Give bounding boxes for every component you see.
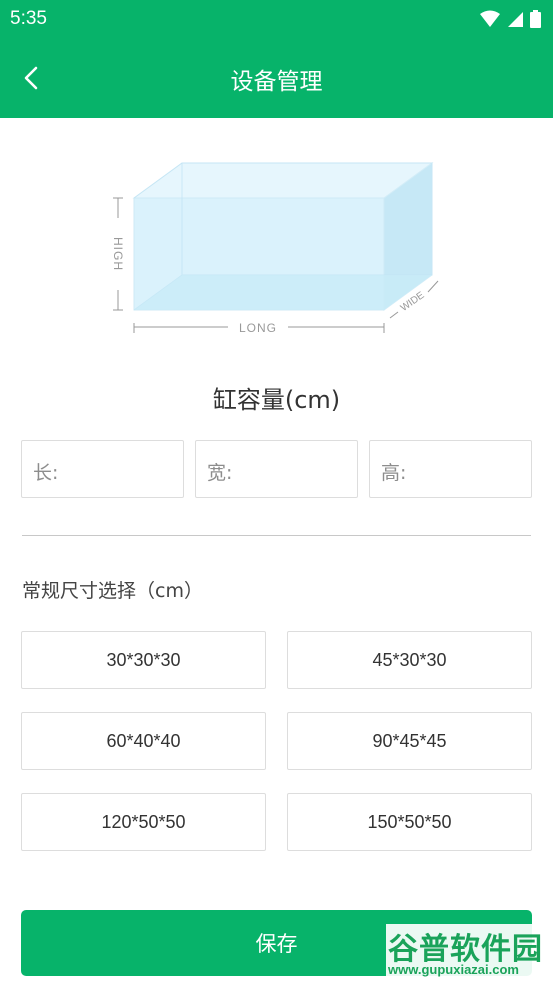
- height-input[interactable]: 高:: [369, 440, 532, 498]
- preset-button-150x50x50[interactable]: 150*50*50: [287, 793, 532, 851]
- watermark-url: www.gupuxiazai.com: [388, 962, 519, 977]
- status-time: 5:35: [10, 8, 47, 29]
- length-input[interactable]: 长:: [21, 440, 184, 498]
- page-title: 设备管理: [230, 69, 323, 95]
- header: 5:35 设备管理: [0, 0, 553, 118]
- width-input[interactable]: 宽:: [195, 440, 358, 498]
- tank-diagram: HIGH LONG WIDE: [111, 162, 439, 335]
- preset-button-45x30x30[interactable]: 45*30*30: [287, 631, 532, 689]
- cell-signal-icon: [508, 11, 523, 27]
- preset-button-120x50x50[interactable]: 120*50*50: [21, 793, 266, 851]
- preset-button-90x45x45[interactable]: 90*45*45: [287, 712, 532, 770]
- long-label: LONG: [239, 321, 277, 335]
- width-label: 宽:: [207, 462, 233, 484]
- divider: [22, 535, 531, 536]
- capacity-title: 缸容量(cm): [212, 386, 341, 414]
- watermark: 谷普软件园 www.gupuxiazai.com: [386, 924, 551, 980]
- status-icons: [479, 10, 541, 28]
- status-bar: 5:35: [0, 0, 553, 38]
- battery-icon: [530, 10, 541, 28]
- height-label: 高:: [381, 462, 407, 484]
- app-bar: 设备管理: [0, 38, 553, 118]
- preset-button-60x40x40[interactable]: 60*40*40: [21, 712, 266, 770]
- wifi-icon: [480, 10, 500, 27]
- preset-button-30x30x30[interactable]: 30*30*30: [21, 631, 266, 689]
- preset-section-label: 常规尺寸选择（cm）: [22, 580, 203, 602]
- high-label: HIGH: [111, 237, 125, 271]
- length-label: 长:: [33, 462, 59, 484]
